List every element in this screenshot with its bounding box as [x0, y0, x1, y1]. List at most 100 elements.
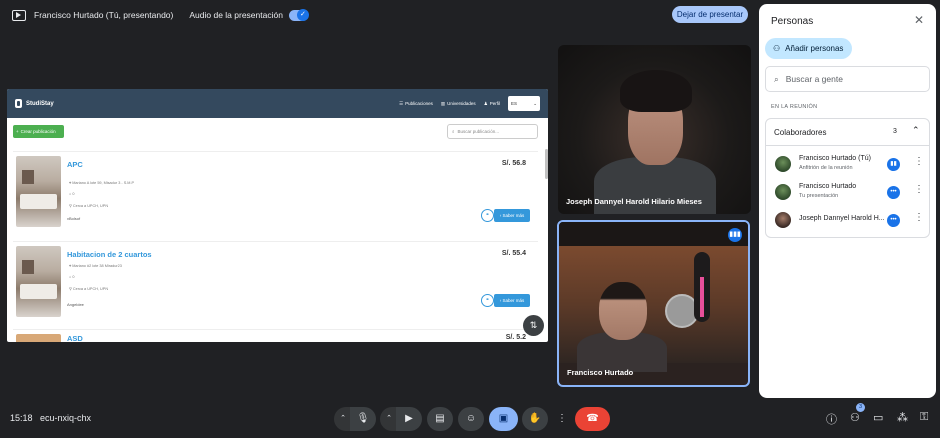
more-label: Saber más — [502, 213, 525, 218]
search-icon: ⌕ — [452, 129, 455, 134]
link-icon[interactable]: ⚭ — [481, 294, 494, 307]
end-call-icon[interactable]: ☎ — [575, 407, 610, 431]
people-icon[interactable]: ⚇ — [850, 411, 860, 424]
host-controls-icon[interactable]: ⚿ — [920, 411, 928, 424]
info-icon[interactable]: ⓘ — [826, 411, 837, 427]
group-label: Colaboradores — [774, 128, 827, 137]
participant-row-name: Francisco Hurtado (Tú) — [799, 155, 871, 162]
speaking-indicator-icon: ▮▮▮ — [728, 228, 742, 242]
more-info-button[interactable]: › Saber más — [494, 209, 530, 222]
chat-icon[interactable]: ▭ — [873, 411, 883, 424]
panel-title: Personas — [771, 16, 814, 27]
chevron-up-icon[interactable]: ⌃ — [912, 125, 920, 136]
listing-card: ASD S/. 5.2 — [13, 329, 538, 342]
meeting-code: ecu-nxiq-chx — [40, 413, 92, 423]
add-people-label: Añadir personas — [785, 44, 844, 53]
listing-title[interactable]: Habitacion de 2 cuartos — [67, 250, 152, 259]
listing-price: S/. 5.2 — [505, 334, 526, 341]
close-icon[interactable]: ✕ — [914, 13, 924, 27]
microphone-icon[interactable]: 🎙 — [350, 407, 376, 431]
chevron-down-icon: ⌄ — [533, 100, 537, 106]
participant-row[interactable]: Francisco Hurtado Tu presentación ••• ⋮ — [766, 178, 929, 206]
participant-video-tile-active[interactable]: ▮▮▮ Francisco Hurtado — [557, 220, 750, 387]
listing-rooms: ⌂ 0 — [69, 275, 75, 279]
add-people-button[interactable]: ⚇ Añadir personas — [765, 38, 852, 59]
background-mic-light — [700, 277, 704, 317]
brand-logo-icon — [15, 99, 22, 108]
participant-hair — [620, 70, 692, 112]
participant-row[interactable]: Francisco Hurtado (Tú) Anfitrión de la r… — [766, 150, 929, 178]
participant-row-name: Joseph Dannyel Harold H... — [799, 215, 885, 222]
app-navbar: StudiStay ☰ Publicaciones ▥ Universidade… — [7, 89, 548, 118]
listing-photo — [16, 334, 61, 342]
camera-icon[interactable]: ▶ — [396, 407, 422, 431]
audio-status-icon: ••• — [887, 186, 900, 199]
section-label: EN LA REUNIÓN — [771, 104, 818, 110]
group-count: 3 — [893, 128, 897, 135]
listing-near: ⚲ Cerca a UPCH, UPN — [69, 287, 109, 291]
more-label: Saber más — [502, 298, 525, 303]
shared-screen: StudiStay ☰ Publicaciones ▥ Universidade… — [7, 89, 548, 342]
listing-owner: Angeldee — [67, 302, 84, 307]
create-publication-label: Crear publicación — [20, 129, 56, 134]
clock-time: 15:18 — [10, 413, 33, 423]
avatar — [775, 212, 791, 228]
add-person-icon: ⚇ — [773, 44, 781, 53]
participant-row-name: Francisco Hurtado — [799, 183, 857, 190]
more-options-icon[interactable]: ⋮ — [914, 184, 924, 195]
avatar — [775, 184, 791, 200]
more-info-button[interactable]: › Saber más — [494, 294, 530, 307]
audio-status-icon: ••• — [887, 214, 900, 227]
nav-label: Universidades — [447, 101, 476, 106]
nav-publicaciones[interactable]: ☰ Publicaciones — [399, 101, 433, 107]
language-select[interactable]: ES ⌄ — [508, 96, 540, 111]
present-screen-icon[interactable]: ▣ — [489, 407, 518, 431]
link-icon[interactable]: ⚭ — [481, 209, 494, 222]
stop-presenting-button[interactable]: Dejar de presentar — [672, 6, 748, 23]
participant-video-tile[interactable]: Joseph Dannyel Harold Hilario Mieses — [558, 45, 751, 214]
rooms-text: 0 — [72, 192, 75, 196]
search-icon: ⌕ — [774, 73, 779, 84]
search-placeholder: Buscar publicación... — [457, 129, 500, 134]
page-scrollbar[interactable] — [545, 149, 548, 179]
listing-near: ⚲ Cerca a UPCH, UPN — [69, 204, 109, 208]
nav-label: Perfil — [489, 101, 500, 106]
more-options-icon[interactable]: ⋮ — [552, 407, 572, 431]
listing-address: ⌖ Mariano A lote 59, Misadur 3 - S.M.P — [69, 181, 135, 185]
nav-perfil[interactable]: ♟ Perfil — [484, 101, 500, 107]
people-panel: Personas ✕ ⚇ Añadir personas ⌕ Buscar a … — [759, 4, 936, 398]
people-search-input[interactable]: ⌕ Buscar a gente — [765, 66, 930, 92]
listing-owner: vBolsof — [67, 216, 81, 221]
near-text: Cerca a UPCH, UPN — [72, 204, 109, 208]
captions-icon[interactable]: ▤ — [427, 407, 453, 431]
search-placeholder: Buscar a gente — [785, 74, 843, 84]
listing-title[interactable]: ASD — [67, 334, 83, 342]
listing-photo — [16, 156, 61, 227]
rooms-text: 0 — [72, 275, 75, 279]
presentation-audio-toggle[interactable] — [288, 8, 309, 21]
app-brand[interactable]: StudiStay — [15, 99, 54, 108]
raise-hand-icon[interactable]: ✋ — [522, 407, 548, 431]
accessibility-icon[interactable]: ⇅ — [523, 315, 544, 336]
listing-photo — [16, 246, 61, 317]
listing-address: ⌖ Mariano #2 lote 38 Miradur23 — [69, 264, 122, 268]
participant-face — [599, 282, 647, 340]
nav-label: Publicaciones — [405, 101, 433, 106]
listing-title[interactable]: APC — [67, 160, 83, 169]
language-value: ES — [511, 101, 518, 106]
more-options-icon[interactable]: ⋮ — [914, 156, 924, 167]
emoji-icon[interactable]: ☺ — [458, 407, 484, 431]
participant-name: Joseph Dannyel Harold Hilario Mieses — [566, 197, 702, 206]
presenting-icon — [12, 9, 26, 21]
activities-icon[interactable]: ⁂ — [897, 411, 908, 424]
more-options-icon[interactable]: ⋮ — [914, 212, 924, 223]
speaking-indicator-icon: ▮▮ — [887, 158, 900, 171]
collaborators-header[interactable]: Colaboradores 3 ⌃ — [766, 119, 929, 146]
top-bar: Francisco Hurtado (Tú, presentando) Audi… — [0, 0, 756, 30]
listing-price: S/. 56.8 — [501, 160, 526, 167]
publication-search-input[interactable]: ⌕ Buscar publicación... — [447, 124, 538, 139]
nav-universidades[interactable]: ▥ Universidades — [441, 101, 476, 107]
background-shelf — [559, 222, 748, 246]
participant-row[interactable]: Joseph Dannyel Harold H... ••• ⋮ — [766, 206, 929, 234]
create-publication-button[interactable]: + Crear publicación — [13, 125, 64, 138]
